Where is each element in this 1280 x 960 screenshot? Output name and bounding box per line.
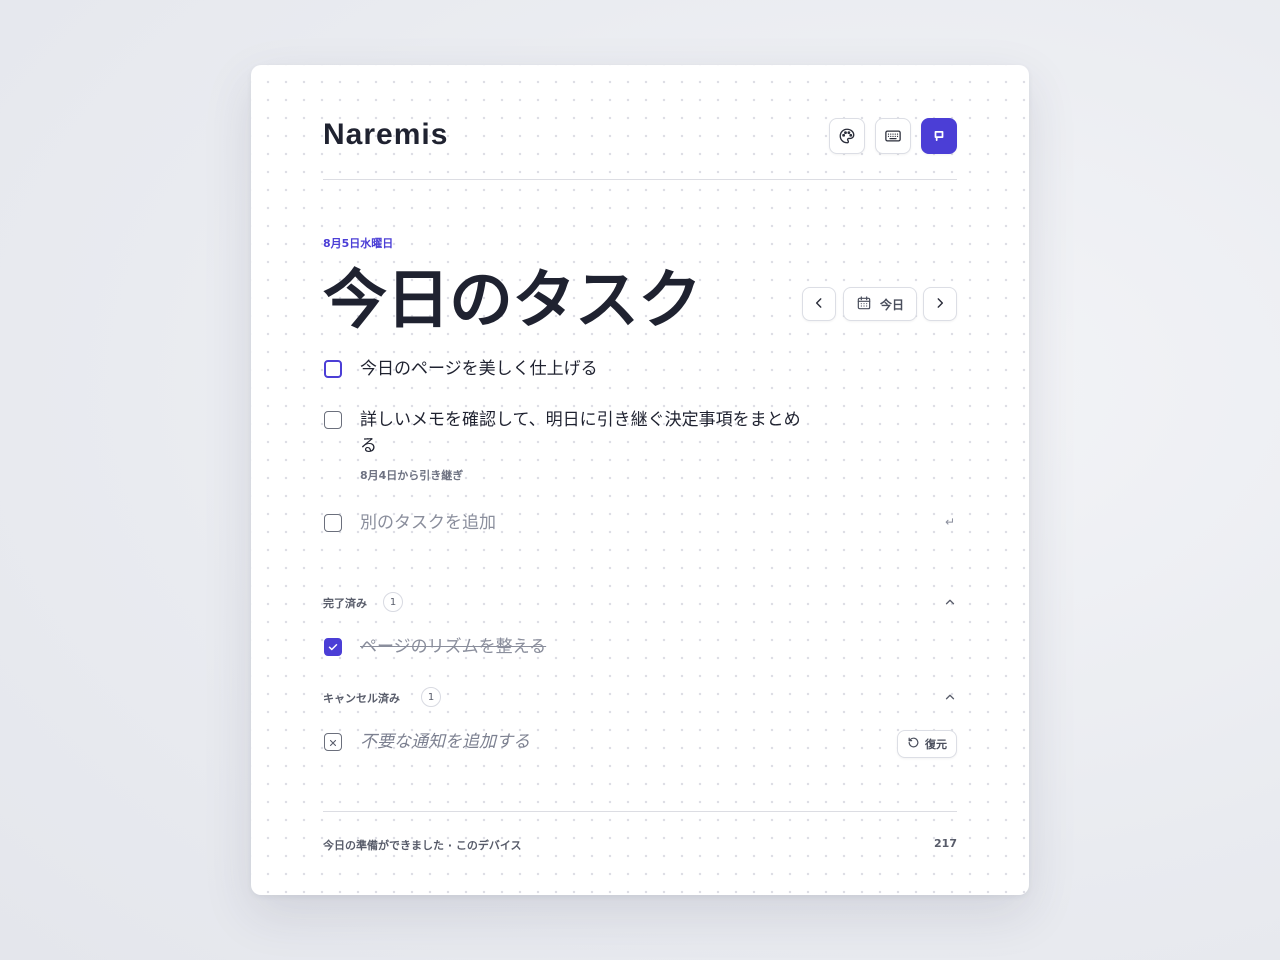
restore-icon	[907, 736, 920, 752]
completed-label: 完了済み	[323, 597, 367, 610]
focus-window-icon	[932, 129, 946, 143]
chevron-left-icon	[812, 295, 826, 314]
task-checkbox[interactable]	[324, 411, 342, 429]
keyboard-shortcuts-button[interactable]	[875, 118, 911, 154]
keyboard-icon	[884, 127, 902, 145]
next-day-button[interactable]	[923, 287, 957, 321]
today-button[interactable]: 今日	[843, 287, 917, 321]
task-text[interactable]: 今日のページを美しく仕上げる	[360, 356, 598, 382]
app-card: Naremis 8月5日水曜日 今日のタスク 今日 今日のページを美しく仕上げる…	[251, 65, 1029, 895]
enter-key-hint: ↵	[944, 515, 955, 529]
chevron-right-icon	[933, 295, 947, 314]
task-carryover-note: 8月4日から引き継ぎ	[360, 469, 464, 482]
completed-section-header[interactable]: 完了済み 1	[323, 592, 957, 614]
cancelled-section-header[interactable]: キャンセル済み 1	[323, 687, 957, 709]
close-icon	[328, 733, 338, 752]
cancelled-count-badge: 1	[421, 687, 441, 707]
cancelled-task-text: 不要な通知を追加する	[360, 732, 530, 752]
app-title: Naremis	[323, 118, 449, 151]
task-checkbox[interactable]	[324, 360, 342, 378]
add-task-input[interactable]	[360, 510, 927, 536]
completed-task-text: ページのリズムを整える	[360, 637, 547, 657]
theme-button[interactable]	[829, 118, 865, 154]
today-label: 今日	[879, 297, 904, 312]
focus-mode-button[interactable]	[921, 118, 957, 154]
footer-status: 今日の準備ができました · このデバイス	[323, 839, 522, 852]
app-content: Naremis 8月5日水曜日 今日のタスク 今日 今日のページを美しく仕上げる…	[323, 65, 957, 895]
page-title: 今日のタスク	[323, 264, 702, 338]
calendar-icon	[856, 295, 872, 314]
cancelled-label: キャンセル済み	[323, 692, 400, 705]
header-divider	[323, 179, 957, 180]
check-icon	[327, 638, 339, 657]
footer-divider	[323, 811, 957, 812]
chevron-up-icon[interactable]	[943, 689, 957, 708]
cancelled-checkbox	[324, 733, 342, 751]
add-task-checkbox	[324, 514, 342, 532]
completed-checkbox[interactable]	[324, 638, 342, 656]
chevron-up-icon[interactable]	[943, 594, 957, 613]
palette-icon	[838, 127, 856, 145]
restore-label: 復元	[925, 738, 947, 751]
completed-count-badge: 1	[383, 592, 403, 612]
restore-button[interactable]: 復元	[897, 730, 957, 758]
task-text[interactable]: 詳しいメモを確認して、明日に引き継ぐ決定事項をまとめる	[360, 407, 810, 459]
prev-day-button[interactable]	[802, 287, 836, 321]
footer-count: 217	[934, 837, 957, 850]
